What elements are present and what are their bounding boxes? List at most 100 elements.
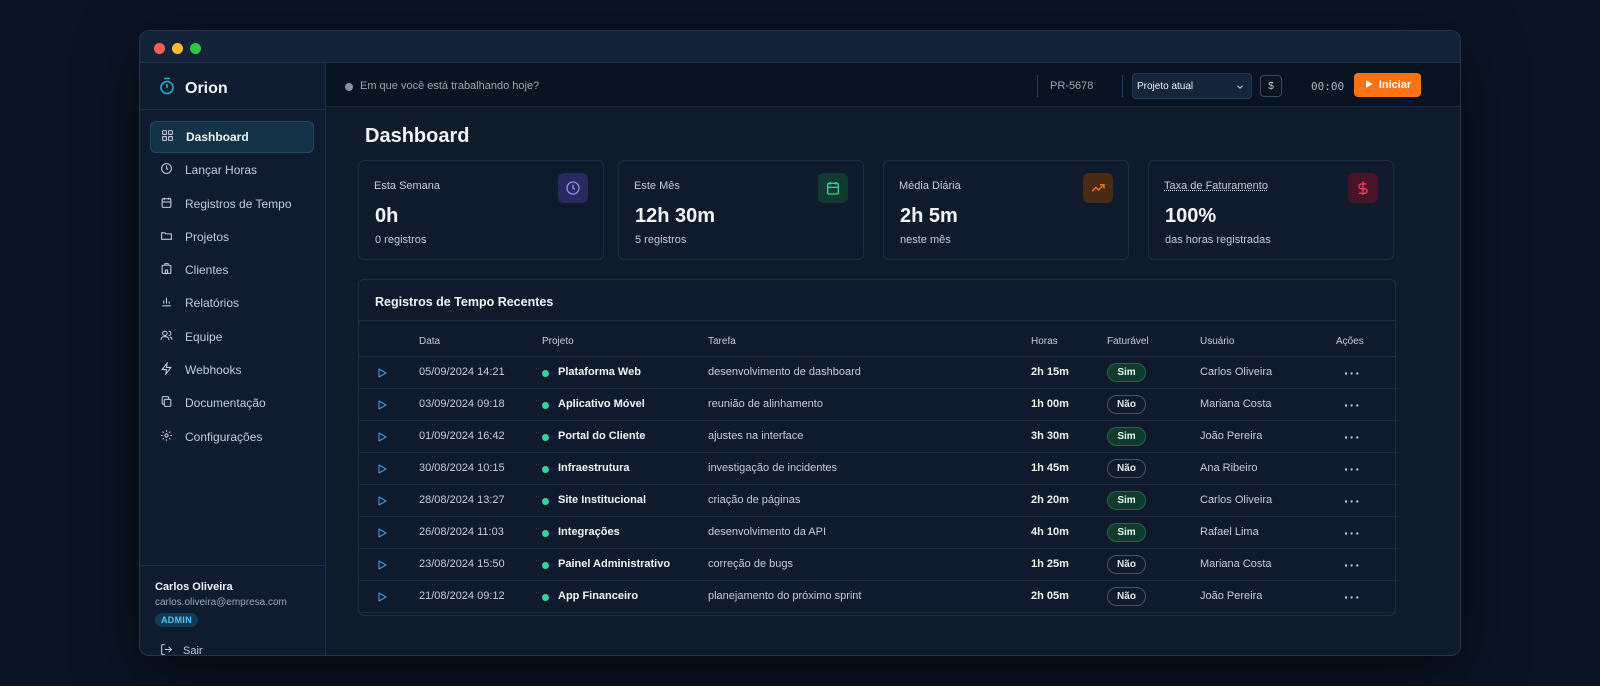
entry-project[interactable]: Portal do Cliente (558, 430, 645, 442)
entry-hours: 4h 10m (1031, 526, 1069, 538)
window-titlebar (140, 31, 1460, 63)
entry-hours: 1h 00m (1031, 398, 1069, 410)
timer-display: 00:00 (1311, 80, 1345, 93)
play-icon[interactable] (376, 527, 388, 542)
more-actions-icon[interactable]: ··· (1344, 429, 1361, 445)
column-header-billable[interactable]: Faturável (1107, 336, 1149, 347)
entry-user: Carlos Oliveira (1200, 494, 1273, 506)
play-icon[interactable] (376, 495, 388, 510)
column-header-date[interactable]: Data (419, 336, 440, 347)
column-header-project[interactable]: Projeto (542, 336, 574, 347)
sidebar-item-documentacao[interactable]: Documentação (150, 387, 314, 419)
sidebar-nav: Dashboard Lançar Horas Registros de Temp… (150, 121, 314, 454)
zap-icon (160, 361, 173, 378)
entry-project[interactable]: Integrações (558, 526, 620, 538)
minimize-window-button[interactable] (172, 43, 183, 54)
brand[interactable]: Orion (158, 77, 228, 100)
more-actions-icon[interactable]: ··· (1344, 557, 1361, 573)
entry-project[interactable]: Aplicativo Móvel (558, 398, 645, 410)
sidebar-item-label: Projetos (185, 229, 230, 244)
sidebar-item-webhooks[interactable]: Webhooks (150, 354, 314, 386)
sidebar-item-projetos[interactable]: Projetos (150, 221, 314, 253)
stat-subtext: 0 registros (375, 234, 427, 246)
more-actions-icon[interactable]: ··· (1344, 493, 1361, 509)
more-actions-icon[interactable]: ··· (1344, 461, 1361, 477)
user-name: Carlos Oliveira (155, 581, 233, 593)
entry-date: 26/08/2024 11:03 (419, 526, 504, 538)
play-icon[interactable] (376, 431, 388, 446)
sidebar-item-label: Dashboard (186, 130, 249, 144)
table-row[interactable]: 05/09/2024 14:21 Plataforma Web desenvolvi… (359, 357, 1395, 389)
stat-subtext: neste mês (900, 234, 951, 246)
chevron-down-icon (1235, 82, 1245, 95)
project-select-value: Projeto atual (1137, 80, 1194, 92)
table-row[interactable]: 26/08/2024 11:03 Integrações desenvolvimen… (359, 517, 1395, 549)
billable-badge: Não (1107, 459, 1146, 478)
more-actions-icon[interactable]: ··· (1344, 397, 1361, 413)
sidebar-item-relatorios[interactable]: Relatórios (150, 287, 314, 319)
project-status-dot (542, 530, 549, 537)
sidebar-item-equipe[interactable]: Equipe (150, 321, 314, 353)
sidebar-item-label: Registros de Tempo (185, 196, 292, 211)
more-actions-icon[interactable]: ··· (1344, 589, 1361, 605)
app-name: Orion (185, 79, 228, 97)
billable-badge: Sim (1107, 363, 1146, 382)
stat-value: 100% (1165, 205, 1217, 227)
play-icon[interactable] (376, 559, 388, 574)
stat-subtext: 5 registros (635, 234, 687, 246)
entry-project[interactable]: Site Institucional (558, 494, 646, 506)
table-row[interactable]: 03/09/2024 09:18 Aplicativo Móvel reunião … (359, 389, 1395, 421)
start-timer-button[interactable]: Iniciar (1354, 73, 1421, 97)
sidebar-item-clientes[interactable]: Clientes (150, 254, 314, 286)
stat-card-daily-average: Média Diária 2h 5m neste mês (883, 160, 1129, 260)
more-actions-icon[interactable]: ··· (1344, 365, 1361, 381)
column-header-user[interactable]: Usuário (1200, 336, 1234, 347)
billable-badge: Não (1107, 555, 1146, 574)
table-row[interactable]: 21/08/2024 09:12 App Financeiro planejamen… (359, 581, 1395, 613)
entry-date: 30/08/2024 10:15 (419, 462, 505, 474)
table-row[interactable]: 30/08/2024 10:15 Infraestrutura investigaç… (359, 453, 1395, 485)
play-icon[interactable] (376, 591, 388, 606)
maximize-window-button[interactable] (190, 43, 201, 54)
column-header-hours[interactable]: Horas (1031, 336, 1058, 347)
entry-user: Carlos Oliveira (1200, 366, 1273, 378)
entry-hours: 1h 25m (1031, 558, 1069, 570)
entry-project[interactable]: Infraestrutura (558, 462, 630, 474)
close-window-button[interactable] (154, 43, 165, 54)
play-icon (1364, 79, 1374, 92)
billable-toggle-button[interactable]: $ (1260, 75, 1282, 97)
trending-up-icon (1083, 173, 1113, 203)
entry-task: desenvolvimento de dashboard (708, 366, 861, 378)
sidebar-item-configuracoes[interactable]: Configurações (150, 421, 314, 453)
logout-icon (160, 643, 173, 655)
entry-hours: 3h 30m (1031, 430, 1069, 442)
entry-project[interactable]: Painel Administrativo (558, 558, 670, 570)
entry-task: correção de bugs (708, 558, 793, 570)
logout-label: Sair (183, 645, 203, 656)
entry-project[interactable]: App Financeiro (558, 590, 638, 602)
table-row[interactable]: 28/08/2024 13:27 Site Institucional criaçã… (359, 485, 1395, 517)
play-icon[interactable] (376, 399, 388, 414)
play-icon[interactable] (376, 367, 388, 382)
project-status-dot (542, 498, 549, 505)
column-header-actions: Ações (1336, 336, 1364, 347)
ticket-id[interactable]: PR-5678 (1050, 80, 1093, 92)
stat-label: Esta Semana (374, 180, 441, 192)
sidebar-item-dashboard[interactable]: Dashboard (150, 121, 314, 153)
clock-icon (160, 162, 173, 178)
table-row[interactable]: 23/08/2024 15:50 Painel Administrativo cor… (359, 549, 1395, 581)
table-row[interactable]: 01/09/2024 16:42 Portal do Cliente ajustes… (359, 421, 1395, 453)
user-email: carlos.oliveira@empresa.com (155, 597, 287, 608)
entry-date: 05/09/2024 14:21 (419, 366, 505, 378)
sidebar-item-registros[interactable]: Registros de Tempo (150, 188, 314, 220)
play-icon[interactable] (376, 463, 388, 478)
project-select[interactable]: Projeto atual (1132, 73, 1252, 99)
sidebar-item-lancar-horas[interactable]: Lançar Horas (150, 154, 314, 186)
stopwatch-icon (158, 77, 176, 100)
task-description-input[interactable] (360, 75, 740, 97)
entry-project[interactable]: Plataforma Web (558, 366, 641, 378)
more-actions-icon[interactable]: ··· (1344, 525, 1361, 541)
column-header-task[interactable]: Tarefa (708, 336, 736, 347)
stat-card-week: Esta Semana 0h 0 registros (358, 160, 604, 260)
logout-button[interactable]: Sair (160, 643, 203, 656)
